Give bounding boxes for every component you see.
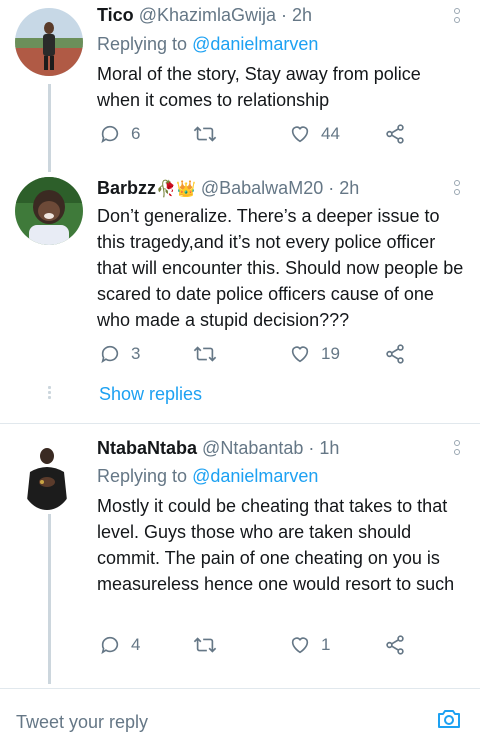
more-icon[interactable] <box>454 440 460 458</box>
replying-to: Replying to @danielmarven <box>97 34 318 55</box>
share-icon <box>386 124 404 144</box>
reply-button[interactable]: 4 <box>99 634 140 656</box>
thread-line <box>48 514 51 684</box>
tweet-text: Mostly it could be cheating that takes t… <box>97 496 455 594</box>
reply-composer[interactable]: Tweet your reply <box>0 688 480 740</box>
reply-icon <box>101 345 119 364</box>
tweet-header: NtabaNtaba @Ntabantab · 1h <box>97 438 339 459</box>
timestamp: · 1h <box>308 438 340 458</box>
display-name[interactable]: NtabaNtaba <box>97 438 197 458</box>
like-count: 1 <box>321 635 331 654</box>
share-icon <box>386 635 404 655</box>
like-button[interactable]: 44 <box>289 123 340 145</box>
thread-dots <box>48 386 51 401</box>
replying-to-handle[interactable]: @danielmarven <box>192 34 318 54</box>
thread-line <box>48 84 51 172</box>
avatar[interactable] <box>20 440 74 510</box>
user-handle[interactable]: @Ntabantab <box>202 438 303 458</box>
user-handle[interactable]: @BabalwaM20 <box>201 178 323 198</box>
show-replies-link[interactable]: Show replies <box>99 384 202 405</box>
timestamp: · 2h <box>281 5 313 25</box>
share-button[interactable] <box>384 343 406 365</box>
tweet-text: Moral of the story, Stay away from polic… <box>97 64 421 110</box>
reply-button[interactable]: 6 <box>99 123 140 145</box>
tweet-actions: 4 1 <box>97 634 427 662</box>
replying-to-handle[interactable]: @danielmarven <box>192 466 318 486</box>
retweet-button[interactable] <box>193 343 217 365</box>
reply-icon <box>101 636 119 655</box>
tweet-actions: 6 44 <box>97 123 427 151</box>
like-icon <box>291 126 309 143</box>
display-name[interactable]: Barbzz <box>97 178 156 198</box>
more-icon[interactable] <box>454 180 460 198</box>
retweet-button[interactable] <box>193 634 217 656</box>
like-count: 44 <box>321 124 340 143</box>
retweet-icon <box>193 126 217 142</box>
like-button[interactable]: 1 <box>289 634 330 656</box>
reply-icon <box>101 125 119 144</box>
tweet-header: Tico @KhazimlaGwija · 2h <box>97 5 312 26</box>
reply-count: 3 <box>131 344 141 363</box>
timestamp: · 2h <box>328 178 360 198</box>
avatar[interactable] <box>15 8 83 76</box>
camera-icon[interactable] <box>436 707 462 736</box>
reply-button[interactable]: 3 <box>99 343 140 365</box>
tweet-text: Don’t generalize. There’s a deeper issue… <box>97 206 464 330</box>
more-icon[interactable] <box>454 8 460 26</box>
display-name[interactable]: Tico <box>97 5 134 25</box>
share-icon <box>386 344 404 364</box>
tweet-header: Barbzz🥀👑 @BabalwaM20 · 2h <box>97 178 359 199</box>
replying-to-label: Replying to <box>97 466 188 486</box>
share-button[interactable] <box>384 123 406 145</box>
name-emoji: 🥀👑 <box>156 181 196 198</box>
retweet-button[interactable] <box>193 123 217 145</box>
retweet-icon <box>193 346 217 362</box>
share-button[interactable] <box>384 634 406 656</box>
retweet-icon <box>193 637 217 653</box>
avatar[interactable] <box>15 177 83 245</box>
reply-count: 6 <box>131 124 141 143</box>
like-button[interactable]: 19 <box>289 343 340 365</box>
reply-count: 4 <box>131 635 141 654</box>
reply-input[interactable]: Tweet your reply <box>16 712 148 733</box>
like-icon <box>291 637 309 654</box>
user-handle[interactable]: @KhazimlaGwija <box>139 5 276 25</box>
like-icon <box>291 346 309 363</box>
divider <box>0 423 480 424</box>
tweet-actions: 3 19 <box>97 343 427 371</box>
like-count: 19 <box>321 344 340 363</box>
replying-to-label: Replying to <box>97 34 188 54</box>
replying-to: Replying to @danielmarven <box>97 466 318 487</box>
